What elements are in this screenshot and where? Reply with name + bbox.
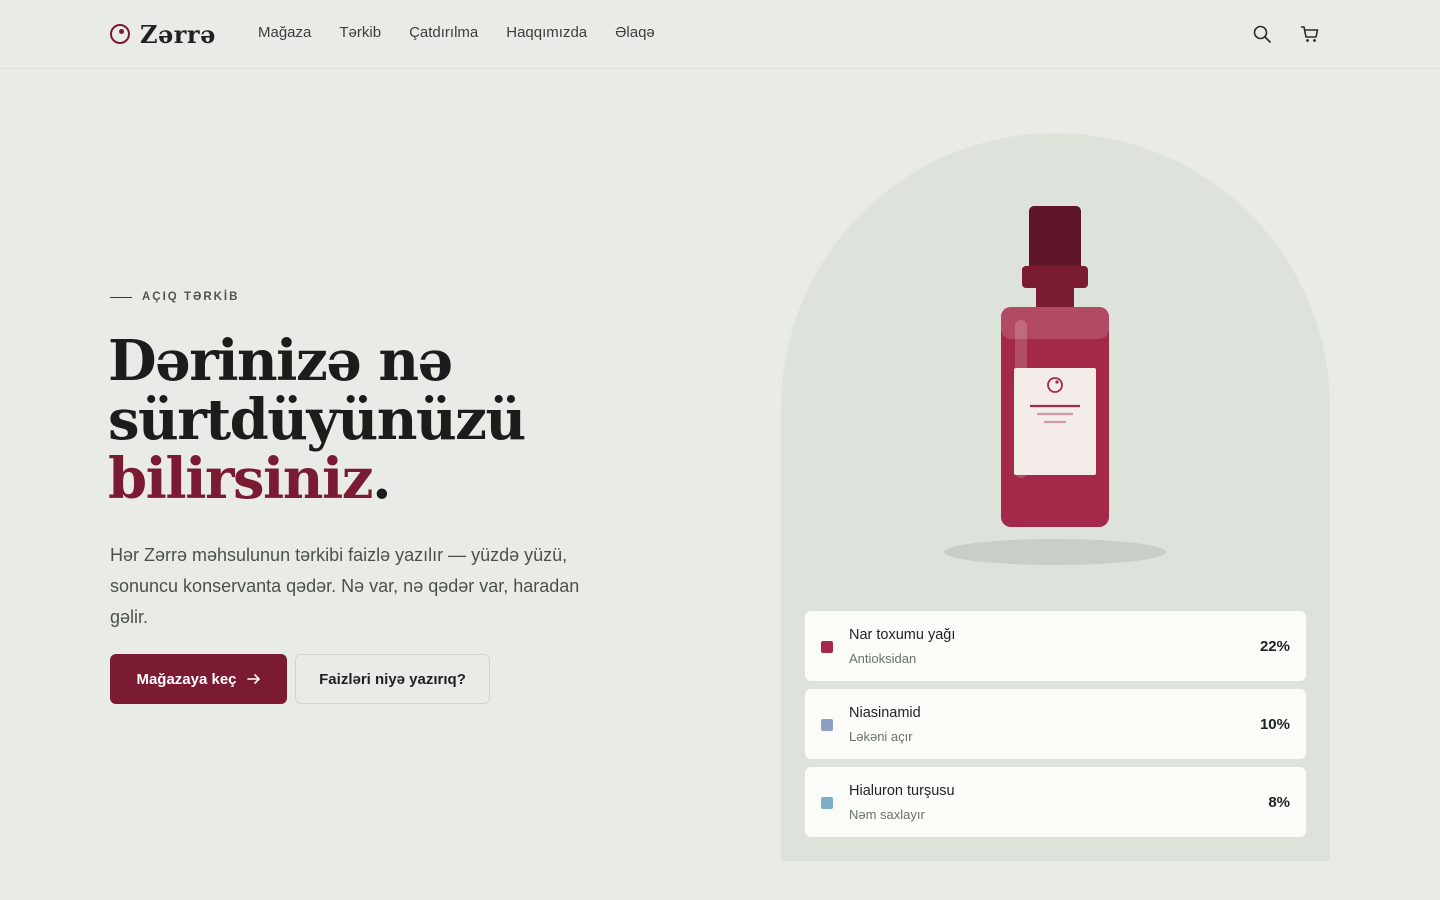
ingredient-card[interactable]: Niasinamid Ləkəni açır 10% xyxy=(805,689,1306,759)
header-actions xyxy=(1252,24,1320,44)
ingredient-name: Nar toxumu yağı xyxy=(849,627,956,643)
hero-lead: Hər Zərrə məhsulunun tərkibi faizlə yazı… xyxy=(110,545,580,627)
bottle-neck xyxy=(1036,286,1074,308)
eyebrow-divider xyxy=(110,296,132,298)
ingredient-role: Nəm saxlayır xyxy=(849,807,925,822)
headline-line-2: sürtdüyünüzü xyxy=(108,387,526,453)
ingredient-list: Nar toxumu yağı Antioksidan 22% Niasinam… xyxy=(805,611,1306,837)
logo-mark-icon xyxy=(110,24,130,44)
search-icon[interactable] xyxy=(1252,24,1272,44)
ingredient-role: Ləkəni açır xyxy=(849,729,913,744)
ingredient-swatch xyxy=(821,641,833,653)
serum-bottle-illustration xyxy=(944,206,1166,565)
bottle-dropper-top xyxy=(1029,206,1081,272)
main-nav: Mağaza Tərkib Çatdırılma Haqqımızda Əlaq… xyxy=(258,24,655,41)
nav-item-delivery[interactable]: Çatdırılma xyxy=(409,24,478,41)
headline-line-1: Dərinizə nə xyxy=(108,328,453,394)
shop-cta-label: Mağazaya keç xyxy=(136,670,237,688)
shop-cta-button[interactable]: Mağazaya keç xyxy=(110,654,287,704)
arrow-right-icon xyxy=(246,674,260,684)
nav-item-about[interactable]: Haqqımızda xyxy=(506,24,587,41)
nav-item-contact[interactable]: Əlaqə xyxy=(615,24,655,41)
ingredient-name: Niasinamid xyxy=(849,705,921,721)
brand-name: Zərrə xyxy=(140,19,216,49)
bottle-collar xyxy=(1022,266,1088,288)
ingredient-percent: 22% xyxy=(1259,638,1290,655)
site-header: Zərrə Mağaza Tərkib Çatdırılma Haqqımızd… xyxy=(0,0,1440,69)
ingredient-percent: 10% xyxy=(1259,716,1290,733)
ingredient-card[interactable]: Nar toxumu yağı Antioksidan 22% xyxy=(805,611,1306,681)
brand-logo[interactable]: Zərrə xyxy=(110,18,216,50)
bottle-shadow xyxy=(944,539,1166,565)
hero-eyebrow: AÇIQ TƏRKİB xyxy=(110,291,239,303)
cart-icon[interactable] xyxy=(1300,24,1320,44)
headline-accent: bilirsiniz xyxy=(108,446,374,512)
hero-headline: Dərinizə nə sürtdüyünüzü bilirsiniz. xyxy=(108,332,668,509)
nav-item-ingredients[interactable]: Tərkib xyxy=(339,24,381,41)
ingredient-swatch xyxy=(821,719,833,731)
ingredient-role: Antioksidan xyxy=(849,651,917,666)
why-percent-button[interactable]: Faizləri niyə yazırıq? xyxy=(295,654,490,704)
nav-item-shop[interactable]: Mağaza xyxy=(258,24,311,41)
ingredient-name: Hialuron turşusu xyxy=(849,783,955,799)
eyebrow-text: AÇIQ TƏRKİB xyxy=(142,291,240,303)
ingredient-card[interactable]: Hialuron turşusu Nəm saxlayır 8% xyxy=(805,767,1306,837)
ingredient-swatch xyxy=(821,797,833,809)
ingredient-percent: 8% xyxy=(1268,794,1290,811)
headline-period: . xyxy=(372,446,392,512)
